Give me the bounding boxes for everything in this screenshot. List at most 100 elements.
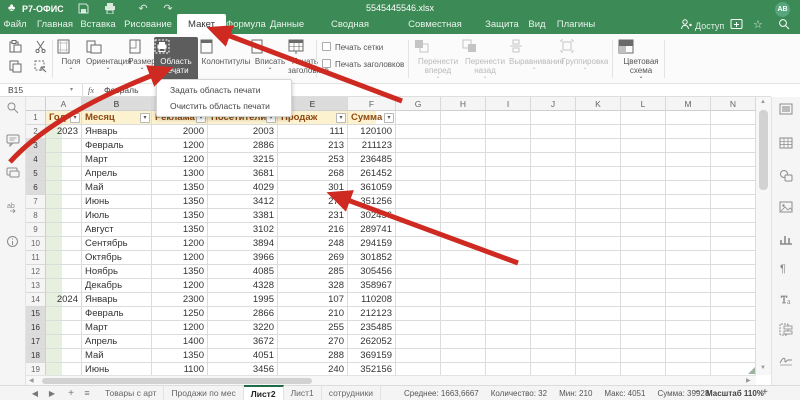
sheet-tab-3[interactable]: Лист2 — [244, 385, 284, 400]
menu-tab-9[interactable]: Совместная работа — [392, 16, 478, 34]
shape-settings-icon[interactable] — [779, 169, 794, 184]
cell[interactable]: 351256 — [351, 195, 392, 209]
menu-tab-11[interactable]: Вид — [524, 16, 550, 34]
cell[interactable]: Декабрь — [85, 279, 148, 293]
column-header-G[interactable]: G — [396, 97, 441, 111]
cell[interactable]: 2000 — [155, 125, 204, 139]
find-icon[interactable] — [6, 101, 21, 116]
favorites-star-icon[interactable]: ☆ — [753, 18, 763, 32]
add-sheet-icon[interactable]: + — [64, 388, 78, 399]
avatar[interactable]: АВ — [775, 2, 790, 17]
column-header-N[interactable]: N — [711, 97, 756, 111]
cell[interactable]: 1350 — [155, 349, 204, 363]
cell[interactable]: 3681 — [211, 167, 274, 181]
cell[interactable]: Апрель — [85, 335, 148, 349]
sheet-list-icon[interactable]: ≡ — [80, 388, 94, 399]
row-header-1[interactable]: 1 — [26, 111, 46, 125]
cell[interactable]: 1200 — [155, 153, 204, 167]
add-file-icon[interactable] — [730, 18, 743, 32]
row-header-4[interactable]: 4 — [26, 153, 46, 167]
cell[interactable]: 1350 — [155, 209, 204, 223]
comments-icon[interactable] — [6, 134, 21, 149]
menu-item-clear-print-area[interactable]: Очистить область печати — [157, 98, 291, 114]
menu-tab-1[interactable]: Файл — [0, 16, 30, 34]
row-header-17[interactable]: 17 — [26, 335, 46, 349]
row-header-19[interactable]: 19 — [26, 363, 46, 375]
cell[interactable]: Июнь — [85, 195, 148, 209]
horizontal-scrollbar[interactable]: ◀ ▶ — [26, 375, 756, 385]
cell[interactable]: 269 — [281, 251, 344, 265]
color-scheme-button[interactable]: Цветовая схема⌄ — [618, 37, 664, 81]
cell[interactable]: Май — [85, 349, 148, 363]
row-header-18[interactable]: 18 — [26, 349, 46, 363]
row-header-14[interactable]: 14 — [26, 293, 46, 307]
chat-icon[interactable] — [6, 167, 21, 182]
cell[interactable]: 210 — [281, 307, 344, 321]
cell[interactable]: 262052 — [351, 335, 392, 349]
cell[interactable]: Октябрь — [85, 251, 148, 265]
cell-settings-icon[interactable] — [779, 103, 794, 118]
cell[interactable]: 2886 — [211, 139, 274, 153]
cell[interactable]: 3966 — [211, 251, 274, 265]
select-icon[interactable] — [34, 60, 47, 73]
signature-settings-icon[interactable] — [779, 353, 794, 368]
menu-tab-3[interactable]: Вставка — [76, 16, 120, 34]
cell[interactable]: 107 — [281, 293, 344, 307]
formula-input[interactable]: Февраль — [104, 85, 139, 95]
cell[interactable]: Июнь — [85, 363, 148, 375]
row-header-11[interactable]: 11 — [26, 251, 46, 265]
name-box[interactable]: B15 — [8, 85, 23, 95]
name-box-chevron-icon[interactable]: ▾ — [70, 86, 73, 93]
cell[interactable]: 270 — [281, 335, 344, 349]
cell[interactable]: 305456 — [351, 265, 392, 279]
cell[interactable]: 328 — [281, 279, 344, 293]
cell[interactable]: 352156 — [351, 363, 392, 375]
cell[interactable]: 2024 — [49, 293, 78, 307]
cell[interactable]: Апрель — [85, 167, 148, 181]
select-all-corner[interactable] — [26, 97, 46, 111]
cell[interactable]: Май — [85, 181, 148, 195]
cell[interactable]: 3220 — [211, 321, 274, 335]
spellcheck-icon[interactable]: ab — [6, 200, 21, 215]
cell[interactable]: 213 — [281, 139, 344, 153]
margins-button[interactable]: Поля⌄ — [56, 37, 86, 81]
cell[interactable]: Февраль — [85, 139, 148, 153]
menu-item-set-print-area[interactable]: Задать область печати — [157, 82, 291, 98]
cell[interactable]: 3894 — [211, 237, 274, 251]
cell[interactable]: 1200 — [155, 279, 204, 293]
scroll-right-icon[interactable]: ▶ — [746, 377, 751, 384]
page-size-button[interactable]: Размер⌄ — [128, 37, 156, 81]
cell[interactable]: Сентябрь — [85, 237, 148, 251]
cell[interactable]: 1350 — [155, 265, 204, 279]
column-header-I[interactable]: I — [486, 97, 531, 111]
cell[interactable]: 1995 — [211, 293, 274, 307]
column-header-J[interactable]: J — [531, 97, 576, 111]
cell[interactable]: 1400 — [155, 335, 204, 349]
cell[interactable]: 1350 — [155, 181, 204, 195]
cell[interactable]: 216 — [281, 223, 344, 237]
cell[interactable]: Март — [85, 321, 148, 335]
scroll-left-icon[interactable]: ◀ — [29, 377, 34, 384]
image-settings-icon[interactable] — [779, 201, 794, 216]
checkbox-print-gridlines[interactable]: Печать сетки — [322, 42, 383, 54]
cell[interactable]: 240 — [281, 363, 344, 375]
menu-tab-8[interactable]: Сводная таблица — [312, 16, 388, 34]
textart-settings-icon[interactable]: Ta — [779, 293, 794, 308]
table-settings-icon[interactable] — [779, 137, 794, 152]
headers-footers-button[interactable]: Колонтитулы — [200, 37, 252, 81]
cell[interactable]: 301 — [281, 181, 344, 195]
cell[interactable]: 235485 — [351, 321, 392, 335]
cell[interactable]: Февраль — [85, 307, 148, 321]
checkbox-box[interactable] — [322, 59, 331, 68]
scroll-up-icon[interactable]: ▲ — [760, 99, 766, 105]
cell[interactable]: 120100 — [351, 125, 392, 139]
row-header-7[interactable]: 7 — [26, 195, 46, 209]
menu-tab-2[interactable]: Главная — [32, 16, 78, 34]
hscroll-thumb[interactable] — [42, 378, 312, 384]
paste-icon[interactable] — [9, 40, 22, 53]
column-header-F[interactable]: F — [348, 97, 396, 111]
cell[interactable]: 2023 — [49, 125, 78, 139]
cell[interactable]: Август — [85, 223, 148, 237]
cell[interactable]: 301852 — [351, 251, 392, 265]
menu-tab-6[interactable]: Формула — [226, 16, 263, 34]
